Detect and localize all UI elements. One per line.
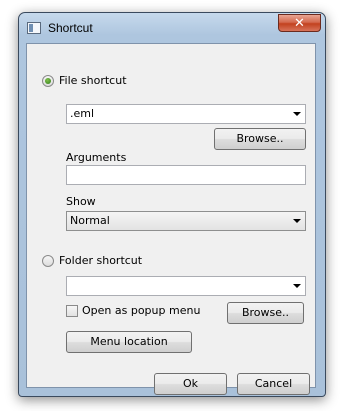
chevron-down-icon xyxy=(293,112,301,116)
window-icon xyxy=(27,22,41,34)
folder-browse-button[interactable]: Browse.. xyxy=(227,302,304,324)
ok-button[interactable]: Ok xyxy=(154,373,227,395)
shortcut-dialog: Shortcut ✕ File shortcut .eml Browse.. A… xyxy=(18,12,326,397)
title-bar[interactable]: Shortcut ✕ xyxy=(19,13,325,43)
popup-menu-label: Open as popup menu xyxy=(82,304,201,317)
dialog-client-area: File shortcut .eml Browse.. Arguments Sh… xyxy=(26,43,316,395)
file-type-value: .eml xyxy=(70,107,95,120)
show-mode-value: Normal xyxy=(70,214,110,227)
chevron-down-icon xyxy=(293,219,301,223)
close-button[interactable]: ✕ xyxy=(278,14,321,32)
file-shortcut-label: File shortcut xyxy=(59,74,127,87)
arguments-label: Arguments xyxy=(66,151,127,164)
file-type-combo[interactable]: .eml xyxy=(66,104,306,124)
show-mode-select[interactable]: Normal xyxy=(66,211,306,231)
arguments-input[interactable] xyxy=(66,165,306,185)
chevron-down-icon xyxy=(293,284,301,288)
show-label: Show xyxy=(66,195,96,208)
file-shortcut-radio[interactable] xyxy=(42,75,54,87)
folder-shortcut-label: Folder shortcut xyxy=(59,254,143,267)
cancel-button[interactable]: Cancel xyxy=(237,373,310,395)
popup-menu-checkbox[interactable] xyxy=(66,305,78,317)
window-title: Shortcut xyxy=(48,21,93,35)
menu-location-button[interactable]: Menu location xyxy=(66,331,192,353)
folder-combo[interactable] xyxy=(66,276,306,296)
folder-shortcut-radio[interactable] xyxy=(42,255,54,267)
file-browse-button[interactable]: Browse.. xyxy=(214,128,306,150)
